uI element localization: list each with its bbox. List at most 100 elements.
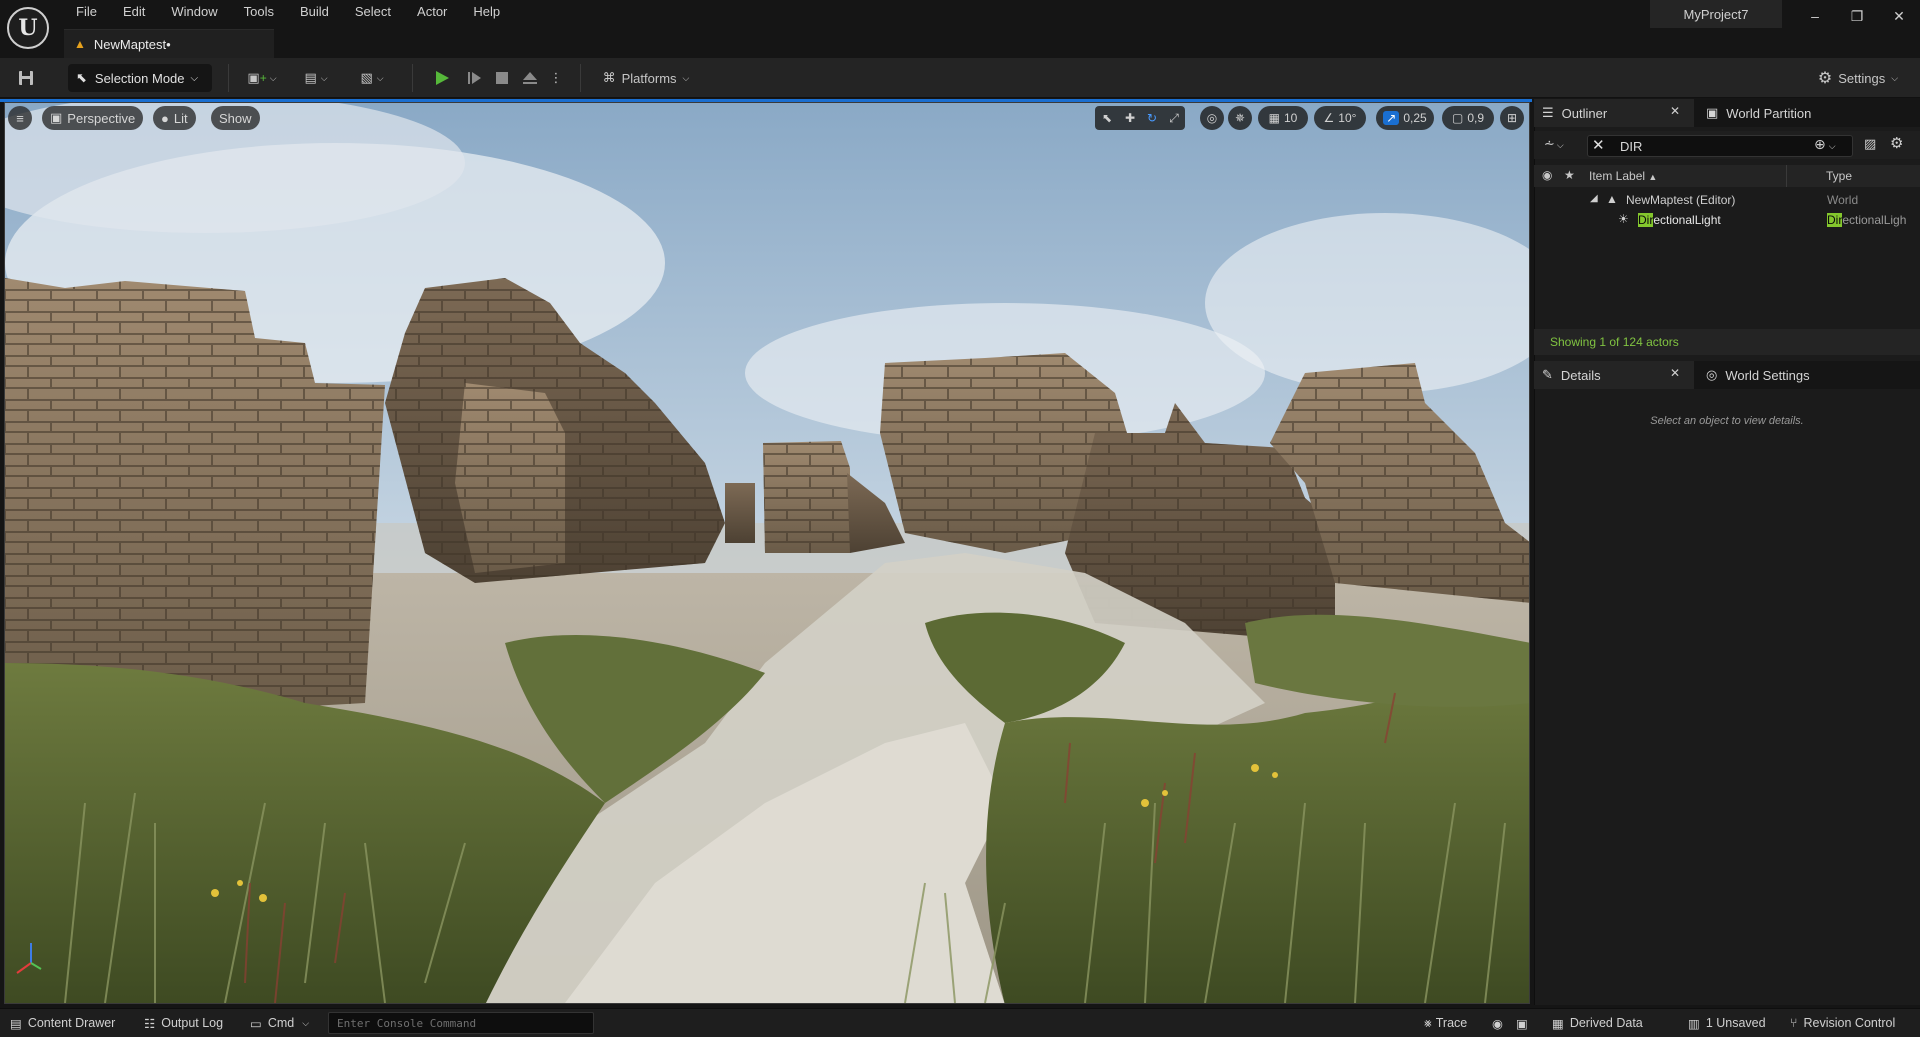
step-icon[interactable]	[460, 64, 488, 92]
level-viewport[interactable]	[4, 102, 1530, 1004]
grid-icon: ▦	[1268, 111, 1280, 125]
world-space-icon[interactable]: ◎	[1200, 106, 1224, 130]
toolbar-divider	[412, 64, 413, 92]
light-icon: ☀	[1618, 212, 1629, 226]
unsaved-icon: ▥	[1688, 1016, 1700, 1031]
selection-mode-dropdown[interactable]: ⬉ Selection Mode ⌵	[68, 64, 212, 92]
column-type[interactable]: Type	[1826, 169, 1852, 183]
eject-icon[interactable]	[516, 64, 544, 92]
menu-actor[interactable]: Actor	[403, 0, 459, 24]
layout-icon[interactable]: ⊞	[1500, 106, 1524, 130]
menu-file[interactable]: File	[62, 0, 109, 24]
menu-help[interactable]: Help	[459, 0, 512, 24]
tab-world-settings[interactable]: ◎ World Settings	[1698, 361, 1898, 389]
minimize-icon[interactable]: –	[1795, 0, 1835, 32]
world-icon: ▲	[1606, 192, 1618, 206]
toolbar-divider	[580, 64, 581, 92]
unreal-logo-icon[interactable]: U	[7, 7, 49, 49]
tree-row-type: DirectionalLigh	[1827, 213, 1907, 227]
main-toolbar	[0, 58, 1920, 98]
add-filter-icon[interactable]: ⊕ ⌵	[1814, 136, 1836, 153]
unsaved-button[interactable]: ▥ 1 Unsaved	[1688, 1013, 1766, 1033]
tree-row-world[interactable]: ◢ ▲ NewMaptest (Editor) World	[1534, 190, 1920, 210]
angle-snap-button[interactable]: ∠ 10°	[1314, 106, 1366, 130]
level-tab[interactable]: ▲ NewMaptest•	[64, 29, 274, 58]
new-folder-icon[interactable]: ▨	[1864, 136, 1876, 152]
revision-control-button[interactable]: ⑂ Revision Control	[1790, 1013, 1895, 1033]
translate-tool-icon[interactable]: ✚	[1119, 106, 1141, 130]
more-options-icon[interactable]: ⋮	[546, 64, 566, 92]
pin-star-icon[interactable]: ★	[1564, 168, 1575, 182]
scale-snap-value: 0,25	[1403, 111, 1427, 125]
outliner-status: Showing 1 of 124 actors	[1534, 329, 1920, 355]
angle-icon: ∠	[1323, 111, 1335, 125]
close-tab-icon[interactable]: ✕	[1670, 366, 1680, 380]
grid-snap-button[interactable]: ▦ 10	[1258, 106, 1308, 130]
perspective-label: Perspective	[67, 110, 136, 126]
derived-data-button[interactable]: ▦ Derived Data	[1552, 1013, 1643, 1033]
visibility-eye-icon[interactable]: ◉	[1542, 168, 1552, 182]
cube-icon: ▣	[50, 110, 63, 125]
rotate-tool-icon[interactable]: ↻	[1141, 106, 1163, 130]
cmd-dropdown[interactable]: ▭ Cmd ⌵	[250, 1013, 309, 1033]
blueprint-icon[interactable]: ▤ ⌵	[296, 64, 336, 92]
tab-world-partition[interactable]: ▣ World Partition	[1698, 99, 1898, 127]
scale-snap-button[interactable]: ↗ 0,25	[1376, 106, 1434, 130]
output-log-button[interactable]: ☷ Output Log	[144, 1013, 223, 1033]
settings-button[interactable]: ⚙ Settings ⌵	[1810, 64, 1906, 92]
trace-label: Trace	[1435, 1016, 1468, 1030]
unsaved-label: 1 Unsaved	[1705, 1016, 1766, 1030]
branch-icon: ⑂	[1790, 1016, 1798, 1030]
select-tool-icon[interactable]: ⬉	[1095, 106, 1119, 130]
scale-snap-icon: ↗	[1383, 111, 1400, 125]
menu-select[interactable]: Select	[341, 0, 403, 24]
record-icon[interactable]: ◉	[1492, 1013, 1503, 1033]
viewport-menu-icon[interactable]: ≡	[8, 106, 32, 130]
cinematics-icon[interactable]: ▧ ⌵	[352, 64, 392, 92]
perspective-button[interactable]: ▣ Perspective	[42, 106, 144, 130]
restore-icon[interactable]: ❐	[1837, 0, 1877, 32]
camera-icon: ▢	[1451, 111, 1464, 125]
play-icon[interactable]	[428, 64, 456, 92]
tree-row-directional-light[interactable]: ☀ DirectionalLight DirectionalLigh	[1534, 210, 1920, 230]
content-drawer-button[interactable]: ▤ Content Drawer	[10, 1013, 115, 1033]
screenshot-icon[interactable]: ▣	[1516, 1013, 1528, 1033]
trace-icon: ⨳	[1424, 1015, 1432, 1030]
scale-tool-icon[interactable]: ⤢	[1163, 106, 1185, 130]
surface-snap-icon[interactable]: ✵	[1228, 106, 1252, 130]
level-icon: ▲	[74, 37, 86, 51]
trace-button[interactable]: ⨳ Trace	[1424, 1013, 1467, 1033]
world-partition-icon: ▣	[1706, 105, 1719, 120]
close-tab-icon[interactable]: ✕	[1670, 104, 1680, 118]
menu-build[interactable]: Build	[286, 0, 341, 24]
selection-mode-label: Selection Mode	[94, 70, 185, 86]
platforms-button[interactable]: ⌘ Platforms ⌵	[596, 64, 696, 92]
close-icon[interactable]: ✕	[1879, 0, 1919, 32]
filter-icon[interactable]: ⩪ ⌵	[1544, 136, 1564, 152]
column-item-label[interactable]: Item Label ▲	[1589, 169, 1657, 183]
tree-row-type: World	[1827, 193, 1859, 207]
lit-button[interactable]: ● Lit	[153, 106, 196, 130]
save-icon[interactable]	[12, 64, 40, 92]
outliner-settings-gear-icon[interactable]: ⚙	[1890, 134, 1903, 152]
tree-row-label: DirectionalLight	[1638, 213, 1721, 227]
content-drawer-label: Content Drawer	[27, 1016, 116, 1030]
menu-bar: File Edit Window Tools Build Select Acto…	[62, 0, 512, 24]
expand-arrow-icon[interactable]: ◢	[1590, 193, 1598, 204]
console-command-input[interactable]: Enter Console Command	[328, 1012, 594, 1034]
stop-icon[interactable]	[488, 64, 516, 92]
add-actor-icon[interactable]: ▣ + ⌵	[242, 64, 282, 92]
tab-details-label: Details	[1560, 367, 1601, 383]
show-button[interactable]: Show	[211, 106, 260, 130]
outliner-column-header: ◉ ★ Item Label ▲ Type	[1534, 165, 1920, 187]
tab-world-settings-label: World Settings	[1725, 367, 1810, 383]
derived-data-label: Derived Data	[1569, 1016, 1643, 1030]
menu-window[interactable]: Window	[157, 0, 229, 24]
menu-tools[interactable]: Tools	[230, 0, 286, 24]
chevron-down-icon: ⌵	[302, 1017, 310, 1028]
menu-edit[interactable]: Edit	[109, 0, 157, 24]
sphere-icon: ●	[161, 110, 169, 126]
camera-speed-button[interactable]: ▢ 0,9	[1442, 106, 1494, 130]
chevron-down-icon: ⌵	[190, 72, 199, 84]
clear-search-icon[interactable]: ✕	[1592, 136, 1605, 154]
